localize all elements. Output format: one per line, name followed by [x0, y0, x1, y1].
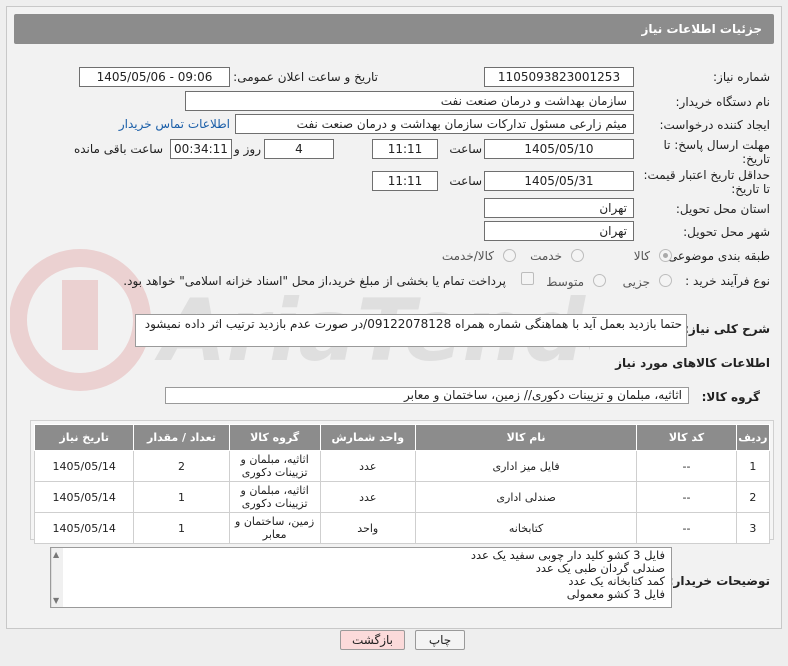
- need-number-label: شماره نیاز:: [713, 70, 770, 84]
- col-code-header: کد کالا: [636, 424, 737, 451]
- col-qty-header: تعداد / مقدار: [133, 424, 230, 451]
- announce-date-field: 1405/05/06 - 09:06: [79, 67, 230, 87]
- cell-unit: عدد: [319, 450, 416, 482]
- buyer-notes-scrollbar[interactable]: ▲ ▼: [51, 548, 63, 607]
- cell-qty: 1: [133, 481, 230, 513]
- reply-time-label: ساعت: [449, 142, 482, 156]
- cell-code: --: [636, 481, 737, 513]
- goods-group-label: گروه کالا:: [701, 390, 760, 404]
- page-title: جزئیات اطلاعات نیاز: [641, 22, 762, 36]
- back-button[interactable]: بازگشت: [340, 630, 405, 650]
- time-remaining-field: 00:34:11: [170, 139, 232, 159]
- scroll-down-icon[interactable]: ▼: [53, 596, 59, 605]
- reply-deadline-label-2: تاریخ:: [742, 152, 770, 166]
- province-field: تهران: [484, 198, 634, 218]
- scroll-up-icon[interactable]: ▲: [53, 550, 59, 559]
- process-option-minor: جزیی: [622, 275, 650, 289]
- category-label: طبقه بندی موضوعی:: [663, 249, 770, 263]
- buyer-notes-line: فایل 3 کشو معمولی: [566, 587, 665, 601]
- cell-name: کتابخانه: [414, 512, 638, 544]
- col-date-header: تاریخ نیاز: [33, 424, 135, 451]
- col-row-header: ردیف: [735, 424, 771, 451]
- description-label: شرح کلی نیاز:: [684, 322, 770, 336]
- category-radio-service[interactable]: [571, 249, 584, 262]
- city-label: شهر محل تحویل:: [683, 225, 770, 239]
- cell-group: اثاثیه، مبلمان و تزیینات دکوری: [228, 481, 321, 513]
- category-radio-goods[interactable]: [659, 249, 672, 262]
- process-radio-medium[interactable]: [593, 274, 606, 287]
- days-label: روز و: [234, 142, 261, 156]
- process-radio-minor[interactable]: [659, 274, 672, 287]
- cell-date: 1405/05/14: [33, 512, 135, 544]
- page-header: جزئیات اطلاعات نیاز: [14, 14, 774, 44]
- category-option-service: خدمت: [530, 249, 562, 263]
- cell-qty: 2: [133, 450, 230, 482]
- price-validity-label-2: تا تاریخ:: [731, 182, 770, 196]
- category-option-goods: کالا: [633, 249, 650, 263]
- cell-row: 3: [735, 512, 771, 544]
- reply-date-field: 1405/05/10: [484, 139, 634, 159]
- cell-row: 1: [735, 450, 771, 482]
- col-name-header: نام کالا: [414, 424, 638, 451]
- cell-qty: 1: [133, 512, 230, 544]
- cell-name: فایل میز اداری: [414, 450, 638, 482]
- cell-date: 1405/05/14: [33, 450, 135, 482]
- table-row: 3 -- کتابخانه واحد زمین، ساختمان و معابر…: [33, 512, 771, 544]
- category-radio-goods-service[interactable]: [503, 249, 516, 262]
- cell-date: 1405/05/14: [33, 481, 135, 513]
- description-textarea[interactable]: حتما بازدید بعمل آید با هماهنگی شماره هم…: [135, 314, 687, 347]
- goods-section-title: اطلاعات کالاهای مورد نیاز: [615, 356, 770, 370]
- buyer-org-label: نام دستگاه خریدار:: [675, 95, 771, 109]
- cell-row: 2: [735, 481, 771, 513]
- category-option-goods-service: کالا/خدمت: [441, 249, 494, 263]
- buyer-org-field: سازمان بهداشت و درمان صنعت نفت: [185, 91, 634, 111]
- time-remaining-label: ساعت باقی مانده: [73, 142, 163, 156]
- buyer-notes-textarea[interactable]: فایل 3 کشو کلید دار چوبی سفید یک عدد صند…: [50, 547, 672, 608]
- need-number-field: 1105093823001253: [484, 67, 634, 87]
- reply-deadline-label: مهلت ارسال پاسخ: تا: [663, 138, 770, 152]
- cell-code: --: [636, 512, 737, 544]
- cell-name: صندلی اداری: [414, 481, 638, 513]
- items-table-header: ردیف کد کالا نام کالا واحد شمارش گروه کا…: [33, 424, 771, 451]
- process-label: نوع فرآیند خرید :: [685, 274, 770, 288]
- creator-label: ایجاد کننده درخواست:: [659, 118, 770, 132]
- reply-time-field: 11:11: [372, 139, 438, 159]
- print-button[interactable]: چاپ: [415, 630, 465, 650]
- table-row: 2 -- صندلی اداری عدد اثاثیه، مبلمان و تز…: [33, 481, 771, 513]
- price-date-field: 1405/05/31: [484, 171, 634, 191]
- cell-unit: عدد: [319, 481, 416, 513]
- process-option-medium: متوسط: [546, 275, 584, 289]
- treasury-payment-note: پرداخت تمام یا بخشی از مبلغ خرید،از محل …: [123, 274, 506, 288]
- cell-group: زمین، ساختمان و معابر: [228, 512, 321, 544]
- treasury-payment-checkbox[interactable]: [521, 272, 534, 285]
- price-time-field: 11:11: [372, 171, 438, 191]
- cell-unit: واحد: [319, 512, 416, 544]
- cell-group: اثاثیه، مبلمان و تزیینات دکوری: [228, 450, 321, 482]
- buyer-notes-label: توضیحات خریدار:: [668, 574, 770, 588]
- price-time-label: ساعت: [449, 174, 482, 188]
- days-remaining-field: 4: [264, 139, 334, 159]
- table-row: 1 -- فایل میز اداری عدد اثاثیه، مبلمان و…: [33, 450, 771, 482]
- col-unit-header: واحد شمارش: [319, 424, 416, 451]
- announce-date-label: تاریخ و ساعت اعلان عمومی:: [233, 70, 378, 84]
- price-validity-label: حداقل تاریخ اعتبار قیمت:: [643, 168, 770, 182]
- cell-code: --: [636, 450, 737, 482]
- city-field: تهران: [484, 221, 634, 241]
- creator-field: میثم زارعی مسئول تدارکات سازمان بهداشت و…: [235, 114, 634, 134]
- buyer-contact-link[interactable]: اطلاعات تماس خریدار: [119, 117, 230, 131]
- col-group-header: گروه کالا: [228, 424, 321, 451]
- items-table: ردیف کد کالا نام کالا واحد شمارش گروه کا…: [33, 424, 771, 544]
- goods-group-field: اثاثیه، مبلمان و تزیینات دکوری// زمین، س…: [165, 387, 689, 404]
- province-label: استان محل تحویل:: [675, 202, 770, 216]
